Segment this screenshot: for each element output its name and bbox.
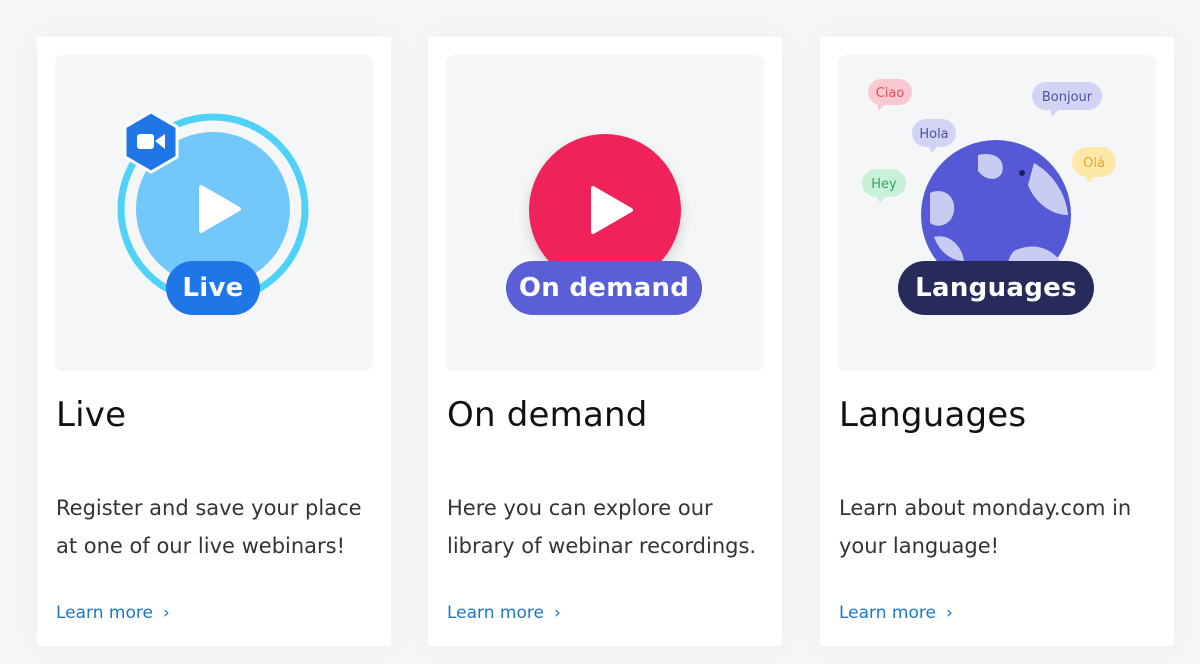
card-description: Register and save your place at one of o… <box>56 496 362 558</box>
video-camera-icon <box>123 110 179 174</box>
learn-more-label: Learn more <box>56 603 153 623</box>
card-languages: Ciao Bonjour Hola Olá Hey Languages Lang… <box>820 37 1174 646</box>
bubble-text-hey: Hey <box>871 177 897 192</box>
languages-graphic: Ciao Bonjour Hola Olá Hey <box>862 79 1116 290</box>
bubble-text-bonjour: Bonjour <box>1042 90 1093 105</box>
live-illustration: Live <box>55 55 373 371</box>
card-on-demand: On demand On demand Here you can explore… <box>428 37 782 646</box>
chevron-right-icon: › <box>162 603 170 623</box>
live-graphic <box>117 110 309 305</box>
languages-illustration: Ciao Bonjour Hola Olá Hey Languages <box>838 55 1156 371</box>
learn-more-label: Learn more <box>447 603 544 623</box>
bubble-text-ola: Olá <box>1083 156 1105 171</box>
learn-more-link[interactable]: Learn more › <box>447 603 561 623</box>
bubble-text-hola: Hola <box>919 127 948 142</box>
card-title: Live <box>56 395 127 435</box>
card-description: Here you can explore our library of webi… <box>447 496 757 558</box>
card-description: Learn about monday.com in your language! <box>839 496 1132 558</box>
on-demand-badge: On demand <box>506 261 702 315</box>
live-badge: Live <box>166 261 260 315</box>
on-demand-illustration: On demand <box>446 55 764 371</box>
chevron-right-icon: › <box>553 603 561 623</box>
card-title: On demand <box>447 395 648 435</box>
on-demand-graphic <box>529 134 681 286</box>
card-title: Languages <box>839 395 1027 435</box>
card-live: Live Live Register and save your place a… <box>37 37 391 646</box>
chevron-right-icon: › <box>945 603 953 623</box>
learn-more-label: Learn more <box>839 603 936 623</box>
languages-badge: Languages <box>898 261 1094 315</box>
bubble-text-ciao: Ciao <box>876 86 905 101</box>
learn-more-link[interactable]: Learn more › <box>839 603 953 623</box>
learn-more-link[interactable]: Learn more › <box>56 603 170 623</box>
